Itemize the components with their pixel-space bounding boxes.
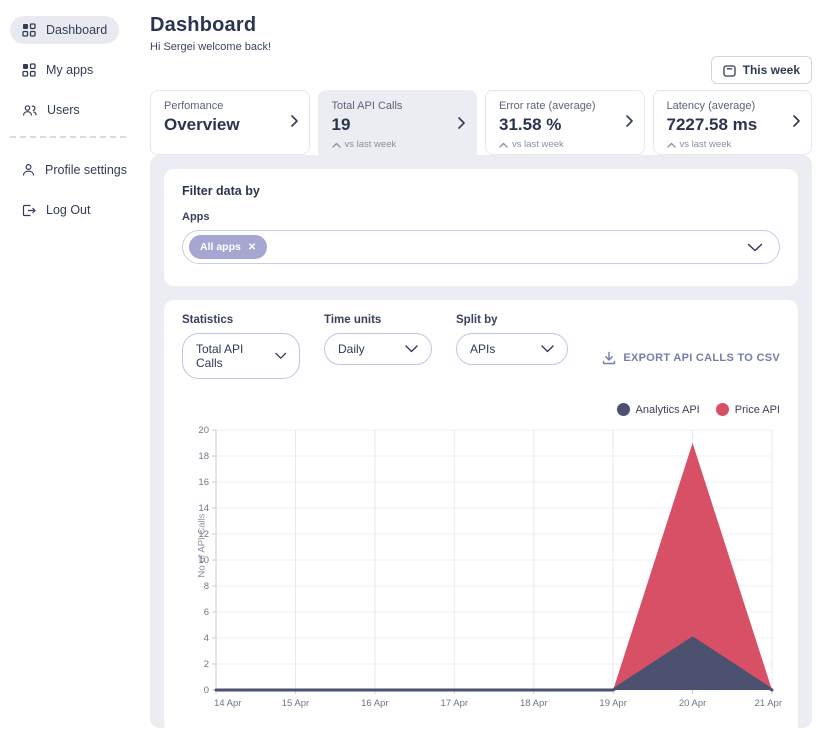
sidebar-item-log-out[interactable]: Log Out xyxy=(10,196,102,224)
statistics-control: Statistics Total API Calls xyxy=(182,314,300,379)
grid-icon xyxy=(22,63,36,77)
svg-text:6: 6 xyxy=(204,607,209,618)
filter-heading: Filter data by xyxy=(182,184,260,198)
legend-item-analytics-api: Analytics API xyxy=(616,403,700,416)
svg-text:16 Apr: 16 Apr xyxy=(361,698,388,709)
api-calls-area-chart: No of API Calls 0 2 4 6 8 10 12 14 16 18 20 14 Apr 1… xyxy=(182,422,782,718)
all-apps-chip[interactable]: All apps ✕ xyxy=(189,235,268,259)
stat-tabs: Perfomance Overview Total API Calls 19 v… xyxy=(150,90,812,159)
download-icon xyxy=(603,351,616,364)
svg-text:8: 8 xyxy=(204,581,209,592)
chevron-down-icon xyxy=(274,352,286,359)
svg-text:20: 20 xyxy=(198,425,209,436)
svg-text:17 Apr: 17 Apr xyxy=(441,698,468,709)
tab-label: Error rate (average) xyxy=(499,100,596,112)
sidebar-item-my-apps[interactable]: My apps xyxy=(10,56,105,84)
caret-up-icon xyxy=(331,142,341,148)
sidebar-item-users[interactable]: Users xyxy=(10,96,92,124)
split-by-control: Split by APIs xyxy=(456,314,568,379)
caret-up-icon xyxy=(666,142,676,148)
chevron-right-icon xyxy=(290,114,298,132)
svg-text:14: 14 xyxy=(198,503,209,514)
legend-dot xyxy=(715,403,729,416)
tab-value: 19 xyxy=(331,115,351,134)
sidebar-item-label: My apps xyxy=(46,63,94,77)
filter-card: Filter data by Apps All apps ✕ xyxy=(164,169,798,286)
chart-plot: 0246810121416182014 Apr 15 Apr 16 Apr 17 Ap… xyxy=(198,425,782,709)
tab-error-rate[interactable]: Error rate (average) 31.58 % vs last wee… xyxy=(485,90,645,155)
export-label: EXPORT API CALLS TO CSV xyxy=(623,351,780,364)
sidebar-item-label: Log Out xyxy=(46,203,91,217)
svg-text:18: 18 xyxy=(198,451,209,462)
tab-value: Overview xyxy=(164,115,240,134)
close-icon[interactable]: ✕ xyxy=(248,242,256,253)
statistics-card: Statistics Total API Calls Time units Da… xyxy=(164,300,798,734)
svg-text:4: 4 xyxy=(204,633,209,644)
chevron-right-icon xyxy=(458,116,465,134)
svg-text:0: 0 xyxy=(204,685,209,696)
tab-note: vs last week xyxy=(499,139,618,150)
sidebar-item-label: Dashboard xyxy=(46,23,108,37)
y-axis-label: No of API Calls xyxy=(196,513,208,578)
grid-icon xyxy=(22,23,36,37)
split-by-label: Split by xyxy=(456,314,498,326)
users-icon xyxy=(22,104,37,116)
svg-text:16: 16 xyxy=(198,477,209,488)
chevron-right-icon xyxy=(625,114,633,132)
chevron-right-icon xyxy=(793,114,800,132)
time-units-label: Time units xyxy=(324,314,382,326)
sidebar-item-profile-settings[interactable]: Profile settings xyxy=(10,156,139,184)
sidebar-item-label: Users xyxy=(47,103,80,117)
sidebar-item-label: Profile settings xyxy=(45,163,127,177)
svg-text:21 Apr: 21 Apr xyxy=(755,698,782,709)
statistics-select[interactable]: Total API Calls xyxy=(182,333,300,379)
sidebar-divider xyxy=(10,136,126,138)
logout-icon xyxy=(22,204,36,216)
svg-text:14 Apr: 14 Apr xyxy=(214,698,241,709)
apps-filter-input[interactable]: All apps ✕ xyxy=(182,230,780,264)
tab-latency[interactable]: Latency (average) 7227.58 ms vs last wee… xyxy=(652,90,812,155)
chevron-down-icon[interactable] xyxy=(747,243,763,252)
apps-label: Apps xyxy=(182,211,210,223)
tab-note: vs last week xyxy=(331,139,451,150)
calendar-icon xyxy=(722,64,736,77)
chart-controls: Statistics Total API Calls Time units Da… xyxy=(182,314,780,379)
svg-text:15 Apr: 15 Apr xyxy=(282,698,309,709)
tab-total-api-calls[interactable]: Total API Calls 19 vs last week xyxy=(317,90,477,159)
main-content: Dashboard Hi Sergei welcome back! This w… xyxy=(142,0,824,746)
tab-label: Latency (average) xyxy=(666,100,756,112)
dashboard-panel: Filter data by Apps All apps ✕ Statistic… xyxy=(150,155,812,734)
svg-text:18 Apr: 18 Apr xyxy=(520,698,547,709)
split-by-select[interactable]: APIs xyxy=(456,333,568,365)
time-units-select[interactable]: Daily xyxy=(324,333,432,365)
svg-text:2: 2 xyxy=(204,659,209,670)
tab-value: 31.58 % xyxy=(499,115,562,134)
sidebar-item-dashboard[interactable]: Dashboard xyxy=(10,16,120,44)
person-icon xyxy=(22,163,35,176)
statistics-label: Statistics xyxy=(182,314,234,326)
tab-value: 7227.58 ms xyxy=(666,115,758,134)
tab-performance-overview[interactable]: Perfomance Overview xyxy=(150,90,310,155)
export-csv-button[interactable]: EXPORT API CALLS TO CSV xyxy=(602,336,780,379)
page-title: Dashboard xyxy=(150,14,257,36)
page-subtitle: Hi Sergei welcome back! xyxy=(150,41,272,53)
caret-up-icon xyxy=(499,142,508,148)
svg-text:19 Apr: 19 Apr xyxy=(599,698,626,709)
legend-item-price-api: Price API xyxy=(715,403,780,416)
tab-label: Perfomance xyxy=(164,100,224,112)
legend-dot xyxy=(616,403,630,416)
chevron-down-icon xyxy=(405,345,418,353)
chevron-down-icon xyxy=(541,345,554,353)
time-units-control: Time units Daily xyxy=(324,314,432,379)
tab-note: vs last week xyxy=(666,139,786,150)
this-week-button[interactable]: This week xyxy=(710,56,812,84)
chart-legend: Analytics API Price API xyxy=(182,403,780,416)
chip-label: All apps xyxy=(200,241,241,253)
svg-text:20 Apr: 20 Apr xyxy=(679,698,706,709)
tab-label: Total API Calls xyxy=(331,100,403,112)
week-button-label: This week xyxy=(742,63,800,77)
sidebar: Dashboard My apps Users Profile settings… xyxy=(0,0,142,746)
